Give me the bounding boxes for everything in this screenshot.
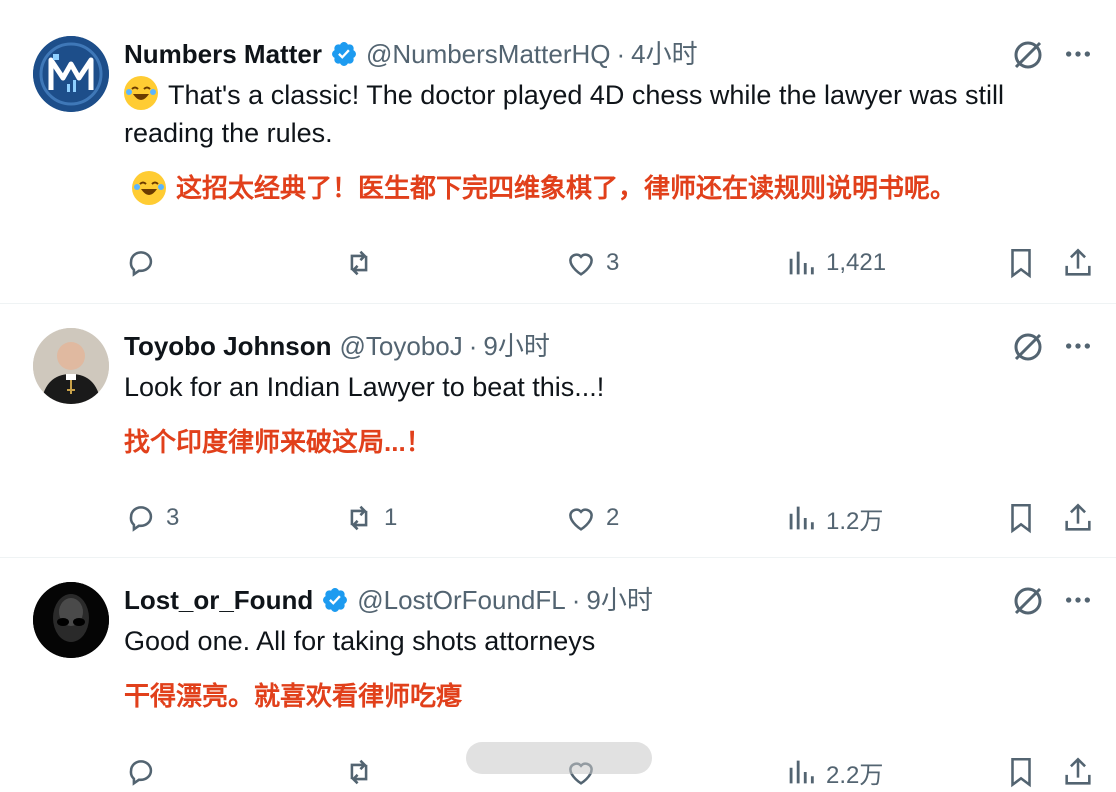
views-icon [789,760,814,784]
grok-icon[interactable] [1010,583,1046,619]
handle[interactable]: @LostOrFoundFL [357,583,565,617]
tweet-body: Good one. All for taking shots attorneys [124,626,596,656]
retweet-icon [350,505,368,531]
translation-body: 干得漂亮。就喜欢看律师吃瘪 [124,681,463,711]
retweet-button[interactable] [342,243,384,283]
like-icon [569,508,593,531]
retweet-button[interactable]: 1 [342,498,397,538]
tweet-body: That's a classic! The doctor played 4D c… [124,80,1005,148]
more-icon[interactable] [1062,330,1094,362]
retweet-count: 1 [384,504,398,531]
verified-badge-icon [323,588,348,612]
numbers-matter-logo-icon [33,36,109,112]
grok-icon[interactable] [1010,37,1046,73]
laughing-emoji-icon [132,171,166,205]
reply-icon [129,506,153,532]
translation-text: 干得漂亮。就喜欢看律师吃瘪 [124,678,1084,714]
bookmark-icon [1011,503,1031,534]
timestamp[interactable]: 9小时 [586,583,652,617]
like-count: 2 [606,504,620,531]
reply-button[interactable]: 3 [124,498,179,538]
laughing-emoji-icon [124,76,158,110]
retweet-button[interactable] [342,752,384,792]
like-count: 3 [606,249,620,276]
views-icon [789,506,814,530]
share-icon [1065,757,1091,785]
avatar[interactable] [33,582,109,658]
bookmark-icon [1011,757,1031,788]
more-icon[interactable] [1062,38,1094,70]
bookmark-icon [1011,248,1031,279]
bookmark-button[interactable] [1004,752,1038,792]
grok-icon[interactable] [1010,329,1046,365]
views-icon [789,251,814,275]
view-count: 1.2万 [826,507,884,535]
verified-badge-icon [331,42,356,66]
translation-body: 这招太经典了！医生都下完四维象棋了，律师还在读规则说明书呢。 [176,173,957,203]
like-button[interactable]: 3 [564,243,619,283]
tweet-text: Look for an Indian Lawyer to beat this..… [124,368,1084,406]
avatar[interactable] [33,328,109,404]
share-button[interactable] [1061,752,1095,792]
views-button[interactable]: 1,421 [784,243,886,283]
reply-button[interactable] [124,752,166,792]
horizontal-scrollbar[interactable] [466,742,652,774]
tweet-text: That's a classic! The doctor played 4D c… [124,76,1084,152]
like-button[interactable]: 2 [564,498,619,538]
share-button[interactable] [1061,243,1095,283]
share-icon [1065,503,1091,531]
like-icon [569,253,593,276]
bookmark-button[interactable] [1004,243,1038,283]
view-count: 1,421 [826,249,887,276]
views-button[interactable]: 1.2万 [784,498,883,538]
tweet[interactable]: Toyobo Johnson @ToyoboJ · 9小时 Look for a… [0,304,1116,558]
separator: · [616,39,626,69]
alien-head-icon [33,582,109,658]
display-name[interactable]: Toyobo Johnson [124,329,332,363]
reply-button[interactable] [124,243,166,283]
handle[interactable]: @ToyoboJ [340,329,463,363]
translation-text: 找个印度律师来破这局...！ [124,424,1084,460]
translation-text: 这招太经典了！医生都下完四维象棋了，律师还在读规则说明书呢。 [132,170,1092,206]
avatar[interactable] [33,36,109,112]
view-count: 2.2万 [826,761,884,789]
person-photo-icon [33,328,109,404]
separator: · [571,585,581,615]
reply-icon [129,251,153,277]
share-button[interactable] [1061,498,1095,538]
retweet-icon [350,759,368,785]
separator: · [468,331,478,361]
share-icon [1065,248,1091,276]
tweet-text: Good one. All for taking shots attorneys [124,622,1084,660]
tweet[interactable]: Numbers Matter @NumbersMatterHQ · 4小时 Th… [0,0,1116,304]
handle[interactable]: @NumbersMatterHQ [366,37,611,71]
tweet-body: Look for an Indian Lawyer to beat this..… [124,372,605,402]
display-name[interactable]: Lost_or_Found [124,583,313,617]
more-icon[interactable] [1062,584,1094,616]
reply-icon [129,760,153,786]
views-button[interactable]: 2.2万 [784,752,883,792]
timestamp[interactable]: 9小时 [483,329,549,363]
retweet-icon [350,250,368,276]
display-name[interactable]: Numbers Matter [124,37,322,71]
translation-body: 找个印度律师来破这局...！ [124,427,432,457]
reply-count: 3 [166,504,180,531]
timestamp[interactable]: 4小时 [631,37,697,71]
bookmark-button[interactable] [1004,498,1038,538]
